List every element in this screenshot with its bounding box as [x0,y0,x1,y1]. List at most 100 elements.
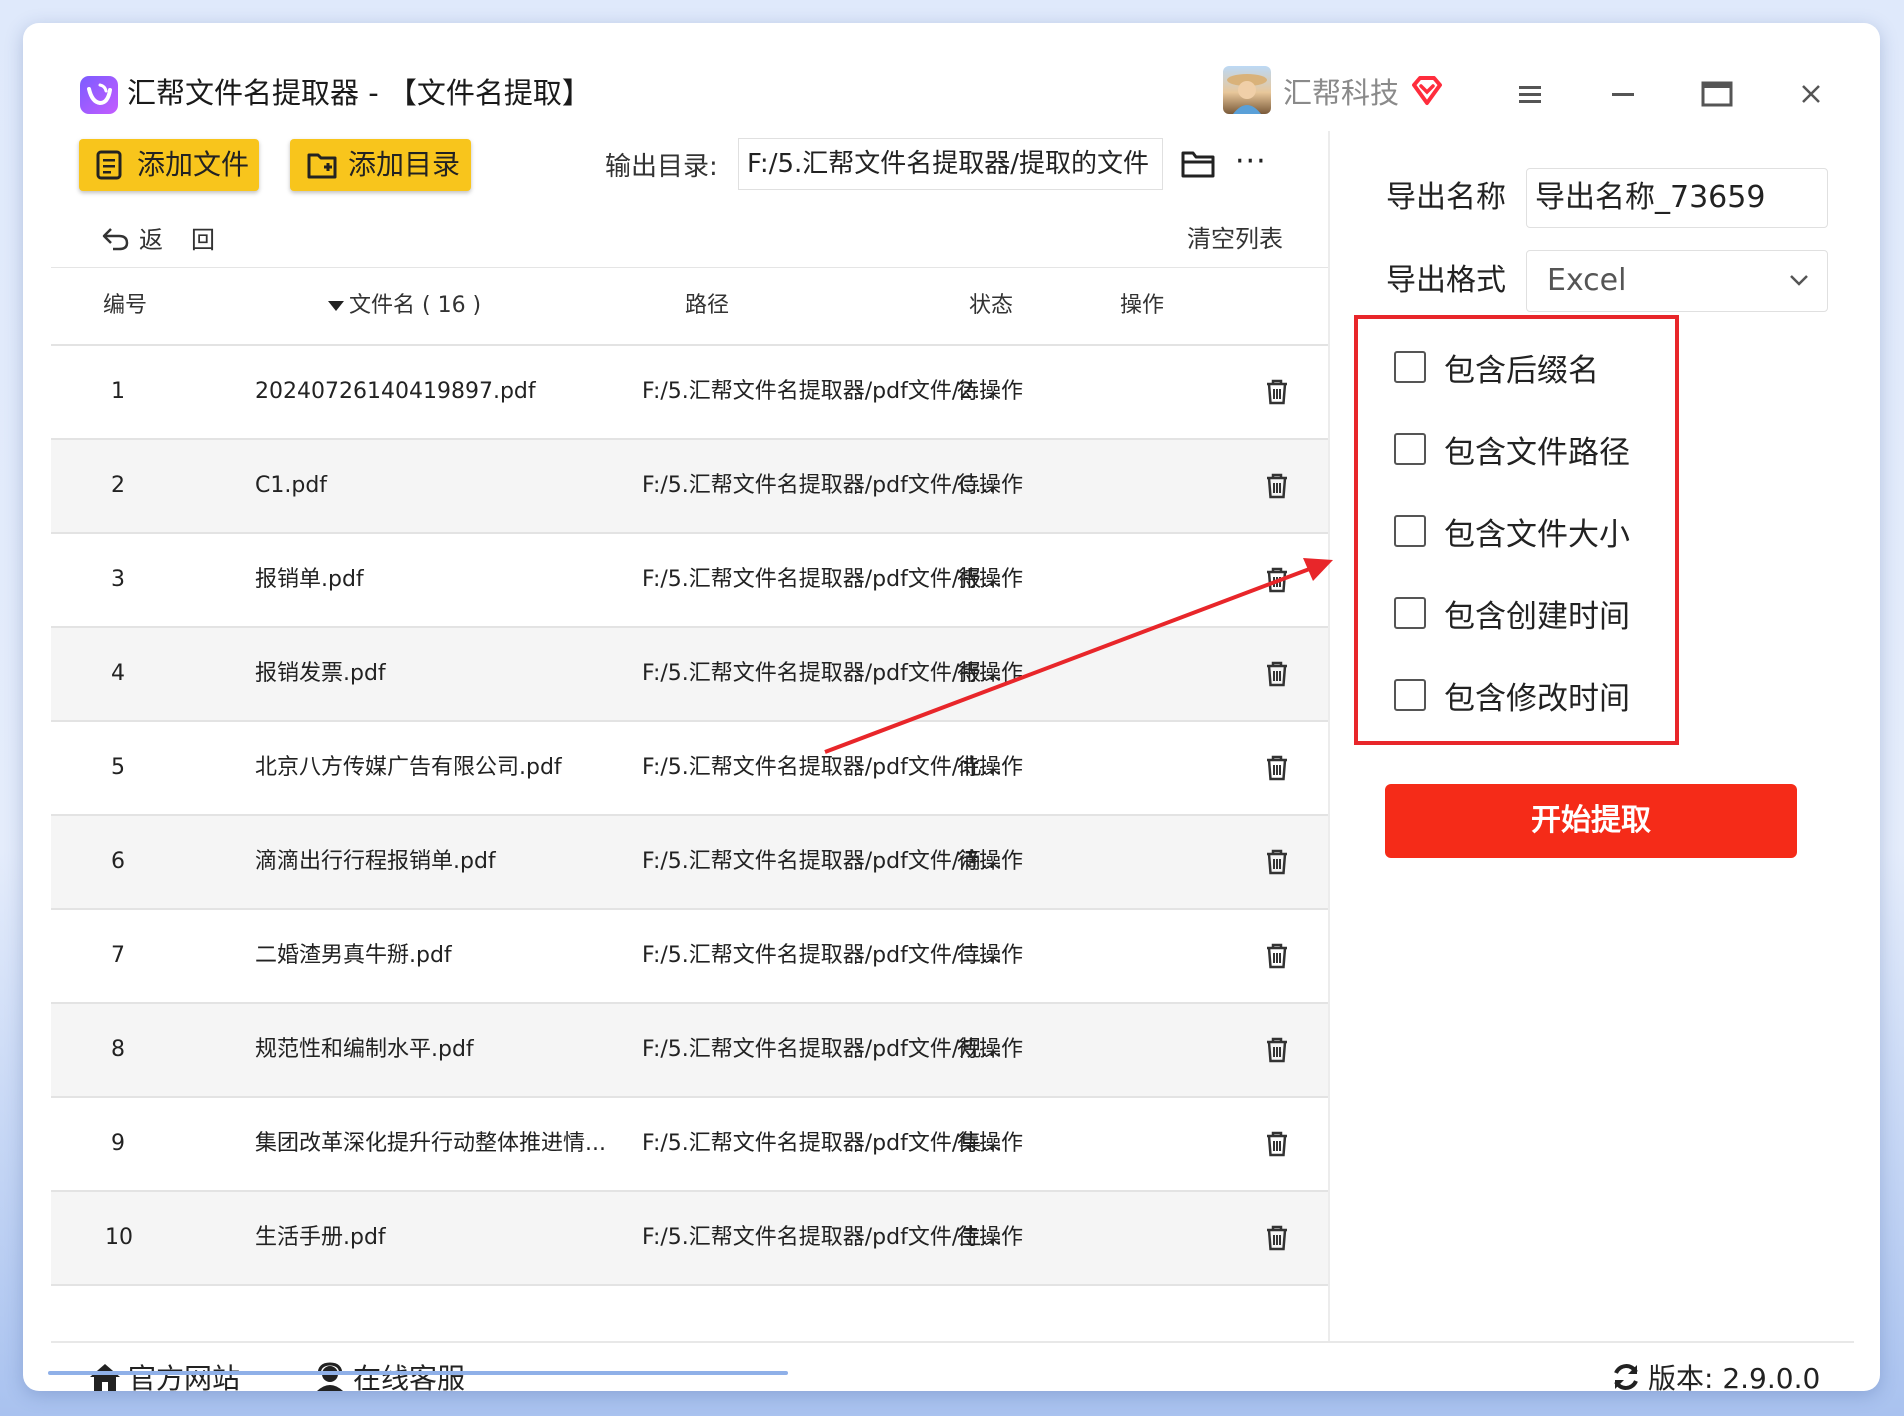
delete-icon[interactable] [1264,1036,1290,1068]
cell-status: 待操作 [957,755,1024,780]
cell-filename: 规范性和编制水平.pdf [255,1037,474,1062]
app-window: 汇帮文件名提取器 - 【文件名提取】 汇帮科技 添加文件 添加目录 输出目录: … [23,23,1880,1391]
cell-path: F:/5.汇帮文件名提取器/pdf文件/滴... [642,849,1003,874]
option-checkbox[interactable]: 包含后缀名 [1394,347,1599,389]
folder-add-icon [307,153,337,179]
cell-index: 4 [111,661,125,686]
table-row[interactable]: 4 报销发票.pdf F:/5.汇帮文件名提取器/pdf文件/报... 待操作 [51,628,1328,722]
option-checkbox[interactable]: 包含修改时间 [1394,675,1630,717]
table-row[interactable]: 10 生活手册.pdf F:/5.汇帮文件名提取器/pdf文件/生... 待操作 [51,1192,1328,1286]
delete-icon[interactable] [1264,754,1290,786]
delete-icon[interactable] [1264,848,1290,880]
back-label: 返回 [139,226,243,254]
minimize-icon[interactable] [1600,71,1646,117]
cell-index: 5 [111,755,125,780]
header-name-label: 文件名 ( 16 ) [349,293,482,318]
cell-filename: 报销发票.pdf [255,661,386,686]
table-row[interactable]: 9 集团改革深化提升行动整体推进情... F:/5.汇帮文件名提取器/pdf文件/集… [51,1098,1328,1192]
cell-status: 待操作 [957,943,1024,968]
back-button[interactable]: 返回 [101,220,243,255]
cell-filename: 报销单.pdf [255,567,364,592]
delete-icon[interactable] [1264,566,1290,598]
more-options-icon[interactable]: ··· [1235,147,1267,177]
export-name-label: 导出名称 [1386,180,1506,215]
checkbox-box[interactable] [1394,679,1426,711]
cell-status: 待操作 [957,379,1024,404]
version-label: 版本: 2.9.0.0 [1648,1362,1821,1391]
brand-name: 汇帮科技 [1283,76,1400,110]
cell-status: 待操作 [957,567,1024,592]
delete-icon[interactable] [1264,378,1290,410]
delete-icon[interactable] [1264,1130,1290,1162]
option-checkbox[interactable]: 包含文件路径 [1394,429,1630,471]
checkbox-box[interactable] [1394,597,1426,629]
table-row[interactable]: 1 20240726140419897.pdf F:/5.汇帮文件名提取器/pdf文… [51,346,1328,440]
cell-index: 7 [111,943,125,968]
vip-diamond-icon[interactable] [1410,75,1444,111]
checkbox-box[interactable] [1394,515,1426,547]
cell-path: F:/5.汇帮文件名提取器/pdf文件/2... [642,379,995,404]
cell-status: 待操作 [957,1037,1024,1062]
maximize-icon[interactable] [1694,71,1740,117]
cell-path: F:/5.汇帮文件名提取器/pdf文件/北... [642,755,1003,780]
menu-icon[interactable] [1507,71,1553,117]
add-file-label: 添加文件 [137,148,250,181]
delete-icon[interactable] [1264,660,1290,692]
clear-list-button[interactable]: 清空列表 [1187,219,1283,254]
export-name-field[interactable]: 导出名称_73659 [1526,168,1828,228]
cell-path: F:/5.汇帮文件名提取器/pdf文件/C... [642,473,996,498]
export-format-select[interactable]: Excel [1526,250,1828,312]
table-row[interactable]: 5 北京八方传媒广告有限公司.pdf F:/5.汇帮文件名提取器/pdf文件/北..… [51,722,1328,816]
delete-icon[interactable] [1264,1224,1290,1256]
checkbox-box[interactable] [1394,351,1426,383]
option-label: 包含后缀名 [1444,352,1599,389]
home-icon [90,1364,120,1391]
table-row[interactable]: 7 二婚渣男真牛掰.pdf F:/5.汇帮文件名提取器/pdf文件/二... 待操作 [51,910,1328,1004]
cell-filename: C1.pdf [255,473,328,498]
cell-path: F:/5.汇帮文件名提取器/pdf文件/报... [642,661,1003,686]
table-row[interactable]: 3 报销单.pdf F:/5.汇帮文件名提取器/pdf文件/报... 待操作 [51,534,1328,628]
checkbox-box[interactable] [1394,433,1426,465]
app-title: 汇帮文件名提取器 - 【文件名提取】 [127,76,591,110]
output-dir-field[interactable]: F:/5.汇帮文件名提取器/提取的文件 [738,138,1163,190]
header-status: 状态 [969,293,1014,318]
cell-status: 待操作 [957,473,1024,498]
open-folder-icon[interactable] [1180,148,1218,184]
title-bar: 汇帮文件名提取器 - 【文件名提取】 汇帮科技 [23,23,1880,131]
avatar[interactable] [1223,66,1271,114]
option-checkbox[interactable]: 包含创建时间 [1394,593,1630,635]
delete-icon[interactable] [1264,942,1290,974]
sort-down-icon [328,301,344,311]
cell-filename: 滴滴出行行程报销单.pdf [255,849,496,874]
cell-path: F:/5.汇帮文件名提取器/pdf文件/报... [642,567,1003,592]
table-row[interactable]: 8 规范性和编制水平.pdf F:/5.汇帮文件名提取器/pdf文件/规... 待操作 [51,1004,1328,1098]
table-row[interactable]: 2 C1.pdf F:/5.汇帮文件名提取器/pdf文件/C... 待操作 [51,440,1328,534]
option-checkbox[interactable]: 包含文件大小 [1394,511,1630,553]
horizontal-scrollbar[interactable] [48,1371,788,1375]
option-label: 包含文件大小 [1444,516,1630,553]
header-action: 操作 [1120,293,1165,318]
table-body: 1 20240726140419897.pdf F:/5.汇帮文件名提取器/pdf文… [51,346,1328,1286]
panel-divider [1328,131,1330,1341]
cell-index: 3 [111,567,125,592]
cell-filename: 二婚渣男真牛掰.pdf [255,943,452,968]
version-info[interactable]: 版本: 2.9.0.0 [1610,1357,1820,1391]
cell-filename: 20240726140419897.pdf [255,379,536,404]
add-folder-button[interactable]: 添加目录 [290,139,471,191]
cell-filename: 集团改革深化提升行动整体推进情... [255,1131,606,1156]
cell-status: 待操作 [957,849,1024,874]
start-extract-button[interactable]: 开始提取 [1385,784,1797,858]
add-file-button[interactable]: 添加文件 [79,139,259,191]
option-label: 包含创建时间 [1444,598,1630,635]
table-row[interactable]: 6 滴滴出行行程报销单.pdf F:/5.汇帮文件名提取器/pdf文件/滴... 待操… [51,816,1328,910]
export-format-value: Excel [1547,263,1627,298]
header-path: 路径 [685,293,730,318]
delete-icon[interactable] [1264,472,1290,504]
header-name[interactable]: 文件名 ( 16 ) [327,268,481,344]
close-icon[interactable] [1788,71,1834,117]
output-dir-label: 输出目录: [605,152,718,182]
cell-index: 1 [111,379,125,404]
table-header: 编号 文件名 ( 16 ) 路径 状态 操作 [51,267,1328,346]
cell-status: 待操作 [957,1225,1024,1250]
file-table: 编号 文件名 ( 16 ) 路径 状态 操作 1 2024072614041989… [51,267,1328,1286]
